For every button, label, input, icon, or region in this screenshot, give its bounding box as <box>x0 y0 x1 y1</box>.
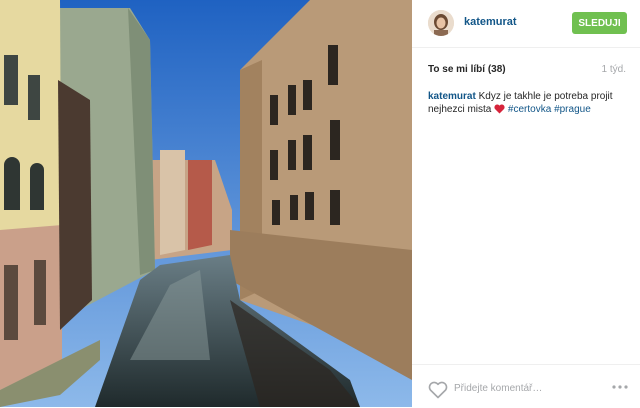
hashtag-link[interactable]: #prague <box>554 104 591 115</box>
photo-canal-prague <box>0 0 412 407</box>
more-dots-icon[interactable] <box>610 379 630 395</box>
heart-outline-icon[interactable] <box>428 381 448 399</box>
hashtag-link[interactable]: #certovka <box>508 104 551 115</box>
post-header: katemurat SLEDUJI <box>412 0 640 48</box>
username-link[interactable]: katemurat <box>464 16 517 28</box>
comment-input[interactable] <box>454 379 594 397</box>
post-footer <box>412 364 640 408</box>
post-photo <box>0 0 412 407</box>
red-heart-icon <box>494 104 505 118</box>
post-time[interactable]: 1 týd. <box>602 64 626 75</box>
likes-count[interactable]: To se mi líbí (38) <box>428 64 506 75</box>
post-caption: katemurat Kdyz je takhle je potreba proj… <box>428 90 628 118</box>
post-details-panel: katemurat SLEDUJI To se mi líbí (38) 1 t… <box>412 0 640 407</box>
follow-button[interactable]: SLEDUJI <box>572 12 627 34</box>
avatar[interactable] <box>428 10 454 36</box>
caption-username[interactable]: katemurat <box>428 91 476 102</box>
avatar-image <box>428 10 454 36</box>
